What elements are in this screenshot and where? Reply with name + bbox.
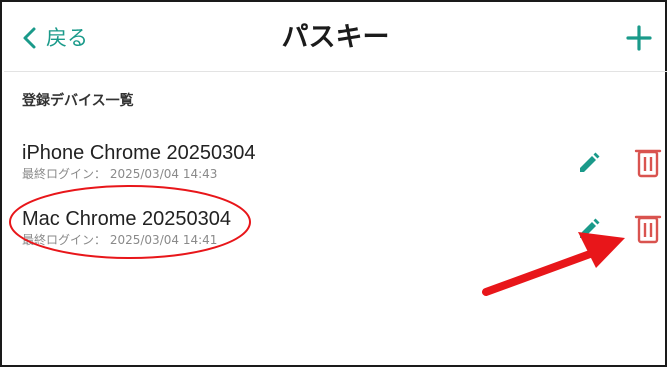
last-login-value: 2025/03/04 14:43: [109, 167, 218, 181]
last-login-label: 最終ログイン：: [22, 167, 107, 181]
header-bar: 戻る パスキー: [4, 4, 667, 72]
device-name: Mac Chrome 20250304: [22, 208, 232, 230]
trash-icon[interactable]: [633, 146, 663, 178]
device-last-login: 最終ログイン： 2025/03/04 14:41: [22, 232, 217, 248]
last-login-value: 2025/03/04 14:41: [109, 233, 218, 247]
list-item: Mac Chrome 20250304 最終ログイン： 2025/03/04 1…: [4, 200, 667, 264]
device-last-login: 最終ログイン： 2025/03/04 14:43: [22, 166, 217, 182]
device-name: iPhone Chrome 20250304: [22, 142, 256, 164]
list-item: iPhone Chrome 20250304 最終ログイン： 2025/03/0…: [4, 134, 667, 198]
trash-icon[interactable]: [633, 212, 663, 244]
pencil-icon[interactable]: [576, 150, 602, 176]
last-login-label: 最終ログイン：: [22, 233, 107, 247]
page-title: パスキー: [281, 22, 390, 53]
plus-icon[interactable]: [625, 24, 653, 52]
section-title: 登録デバイス一覧: [22, 93, 134, 109]
app-frame: 戻る パスキー 登録デバイス一覧 iPhone Chrome 20250304 …: [0, 0, 667, 367]
pencil-icon[interactable]: [576, 216, 602, 242]
